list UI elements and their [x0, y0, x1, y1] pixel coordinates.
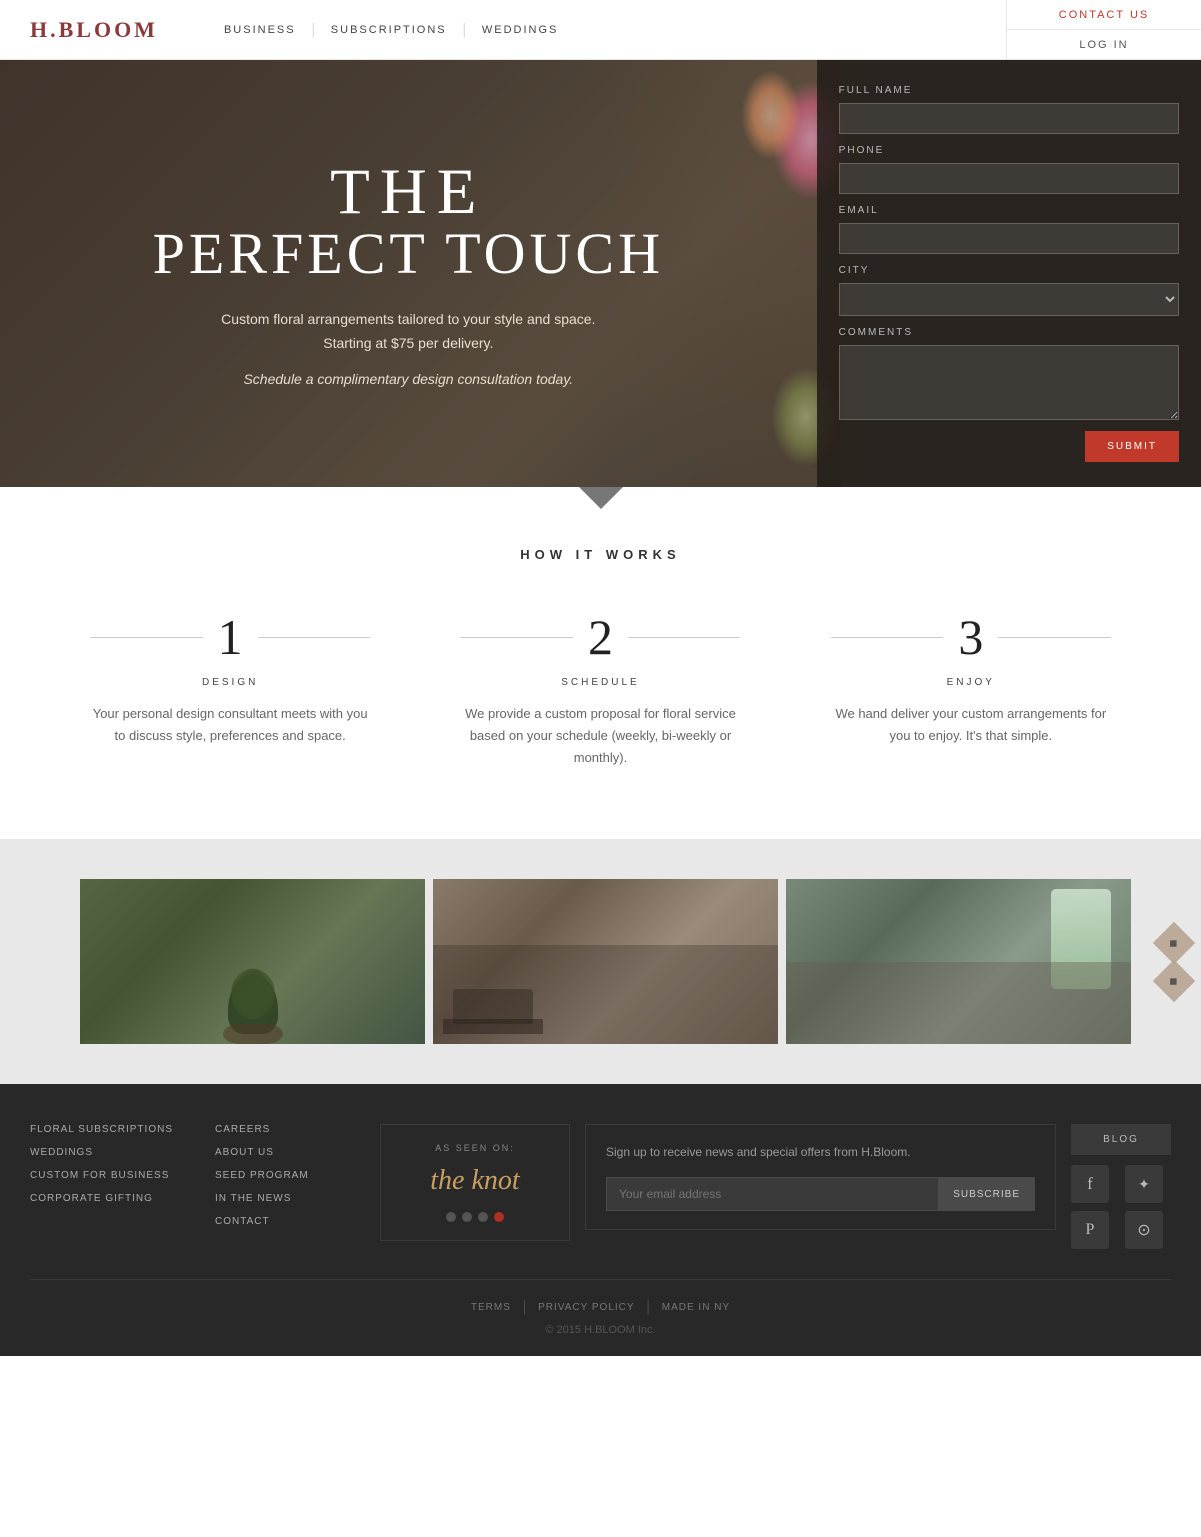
footer-link-corporate[interactable]: CORPORATE GIFTING	[30, 1193, 200, 1204]
facebook-icon[interactable]: f	[1071, 1165, 1109, 1203]
footer-link-about[interactable]: ABOUT US	[215, 1147, 365, 1158]
footer-bottom-links: TERMS | PRIVACY POLICY | MADE IN NY	[30, 1298, 1171, 1316]
made-in-ny-link[interactable]: MADE IN NY	[662, 1302, 730, 1313]
comments-input[interactable]	[839, 345, 1179, 420]
footer-link-contact[interactable]: CONTACT	[215, 1216, 365, 1227]
email-input[interactable]	[839, 223, 1179, 254]
footer-newsletter: Sign up to receive news and special offe…	[585, 1124, 1056, 1230]
dot-3[interactable]	[478, 1212, 488, 1222]
step-1: 1 DESIGN Your personal design consultant…	[90, 612, 370, 769]
nav-subscriptions[interactable]: SUBSCRIPTIONS	[315, 24, 463, 36]
footer-link-floral[interactable]: FLORAL SUBSCRIPTIONS	[30, 1124, 200, 1135]
site-header: H.BLOOM BUSINESS | SUBSCRIPTIONS | WEDDI…	[0, 0, 1201, 60]
phone-input[interactable]	[839, 163, 1179, 194]
privacy-link[interactable]: PRIVACY POLICY	[538, 1302, 634, 1313]
subscribe-button[interactable]: SUBSCRIBE	[938, 1177, 1035, 1211]
step-1-line-right	[258, 637, 371, 638]
comments-label: COMMENTS	[839, 327, 1179, 338]
footer-as-seen: AS SEEN ON: the knot	[380, 1124, 570, 1241]
submit-button[interactable]: SUBMIT	[1085, 431, 1179, 462]
step-1-number: 1	[218, 612, 243, 662]
carousel-dots	[401, 1212, 549, 1222]
gallery-item-1	[80, 879, 425, 1044]
terms-link[interactable]: TERMS	[471, 1302, 511, 1313]
step-3-number: 3	[958, 612, 983, 662]
hero-section: THE PERFECT TOUCH Custom floral arrangem…	[0, 60, 1201, 487]
footer-divider-1: |	[523, 1298, 526, 1316]
hero-content: THE PERFECT TOUCH Custom floral arrangem…	[0, 60, 817, 487]
nav-weddings[interactable]: WEDDINGS	[466, 24, 575, 36]
footer-divider-2: |	[647, 1298, 650, 1316]
step-3: 3 ENJOY We hand deliver your custom arra…	[831, 612, 1111, 769]
step-2: 2 SCHEDULE We provide a custom proposal …	[460, 612, 740, 769]
footer-bottom: TERMS | PRIVACY POLICY | MADE IN NY © 20…	[30, 1279, 1171, 1336]
dot-2[interactable]	[462, 1212, 472, 1222]
gallery-section: ◆ ◆	[0, 839, 1201, 1084]
footer-link-custom[interactable]: CUSTOM FOR BUSINESS	[30, 1170, 200, 1181]
copyright: © 2015 H.BLOOM Inc.	[30, 1324, 1171, 1336]
the-knot-logo: the knot	[401, 1165, 549, 1197]
step-3-line-right	[998, 637, 1111, 638]
how-it-works-section: HOW IT WORKS 1 DESIGN Your personal desi…	[0, 517, 1201, 839]
email-label: EMAIL	[839, 205, 1179, 216]
main-nav: BUSINESS | SUBSCRIPTIONS | WEDDINGS	[208, 21, 574, 39]
newsletter-text: Sign up to receive news and special offe…	[606, 1143, 1035, 1162]
gallery-nav-up[interactable]: ◆	[1153, 922, 1195, 964]
footer-link-weddings[interactable]: WEDDINGS	[30, 1147, 200, 1158]
city-label: CITY	[839, 265, 1179, 276]
hero-subtitle: Custom floral arrangements tailored to y…	[208, 308, 608, 356]
logo[interactable]: H.BLOOM	[30, 17, 158, 43]
footer-col-1: FLORAL SUBSCRIPTIONS WEDDINGS CUSTOM FOR…	[30, 1124, 200, 1216]
footer-col-2: CAREERS ABOUT US SEED PROGRAM IN THE NEW…	[215, 1124, 365, 1239]
step-2-line-right	[628, 637, 741, 638]
step-3-line-left	[831, 637, 944, 638]
gallery-grid	[0, 879, 1201, 1044]
hero-title-the: THE	[330, 160, 486, 225]
gallery-nav-down[interactable]: ◆	[1153, 960, 1195, 1002]
instagram-icon[interactable]: ⊙	[1125, 1211, 1163, 1249]
social-icons-grid: f ✦ P ⊙	[1071, 1165, 1171, 1249]
footer-social: BLOG f ✦ P ⊙	[1071, 1124, 1171, 1249]
step-1-desc: Your personal design consultant meets wi…	[90, 703, 370, 747]
footer-link-news[interactable]: IN THE NEWS	[215, 1193, 365, 1204]
step-3-desc: We hand deliver your custom arrangements…	[831, 703, 1111, 747]
hero-form-panel: FULL NAME PHONE EMAIL CITY New York Los …	[817, 60, 1201, 487]
dot-4[interactable]	[494, 1212, 504, 1222]
how-it-works-title: HOW IT WORKS	[60, 547, 1141, 562]
as-seen-title: AS SEEN ON:	[401, 1143, 549, 1153]
hero-cta: Schedule a complimentary design consulta…	[243, 371, 573, 387]
step-2-desc: We provide a custom proposal for floral …	[460, 703, 740, 769]
dot-1[interactable]	[446, 1212, 456, 1222]
log-in-button[interactable]: LOG IN	[1007, 30, 1201, 59]
phone-label: PHONE	[839, 145, 1179, 156]
contact-us-button[interactable]: CONTACT US	[1007, 0, 1201, 30]
hero-title-main: PERFECT TOUCH	[153, 225, 664, 283]
footer-main: FLORAL SUBSCRIPTIONS WEDDINGS CUSTOM FOR…	[30, 1124, 1171, 1249]
step-1-line-left	[90, 637, 203, 638]
nav-business[interactable]: BUSINESS	[208, 24, 312, 36]
gallery-item-3	[786, 879, 1131, 1044]
step-2-number: 2	[588, 612, 613, 662]
full-name-label: FULL NAME	[839, 85, 1179, 96]
steps-container: 1 DESIGN Your personal design consultant…	[60, 612, 1141, 769]
twitter-icon[interactable]: ✦	[1125, 1165, 1163, 1203]
step-1-label: DESIGN	[202, 677, 258, 688]
step-3-label: ENJOY	[947, 677, 995, 688]
site-footer: FLORAL SUBSCRIPTIONS WEDDINGS CUSTOM FOR…	[0, 1084, 1201, 1356]
footer-link-careers[interactable]: CAREERS	[215, 1124, 365, 1135]
gallery-item-2	[433, 879, 778, 1044]
newsletter-email-input[interactable]	[606, 1177, 938, 1211]
step-2-label: SCHEDULE	[561, 677, 639, 688]
step-2-line-left	[460, 637, 573, 638]
footer-link-seed[interactable]: SEED PROGRAM	[215, 1170, 365, 1181]
full-name-input[interactable]	[839, 103, 1179, 134]
pinterest-icon[interactable]: P	[1071, 1211, 1109, 1249]
blog-button[interactable]: BLOG	[1071, 1124, 1171, 1155]
city-select[interactable]: New York Los Angeles Chicago	[839, 283, 1179, 316]
header-actions: CONTACT US LOG IN	[1006, 0, 1201, 59]
gallery-nav: ◆ ◆	[1159, 928, 1189, 996]
arrow-divider	[0, 487, 1201, 517]
